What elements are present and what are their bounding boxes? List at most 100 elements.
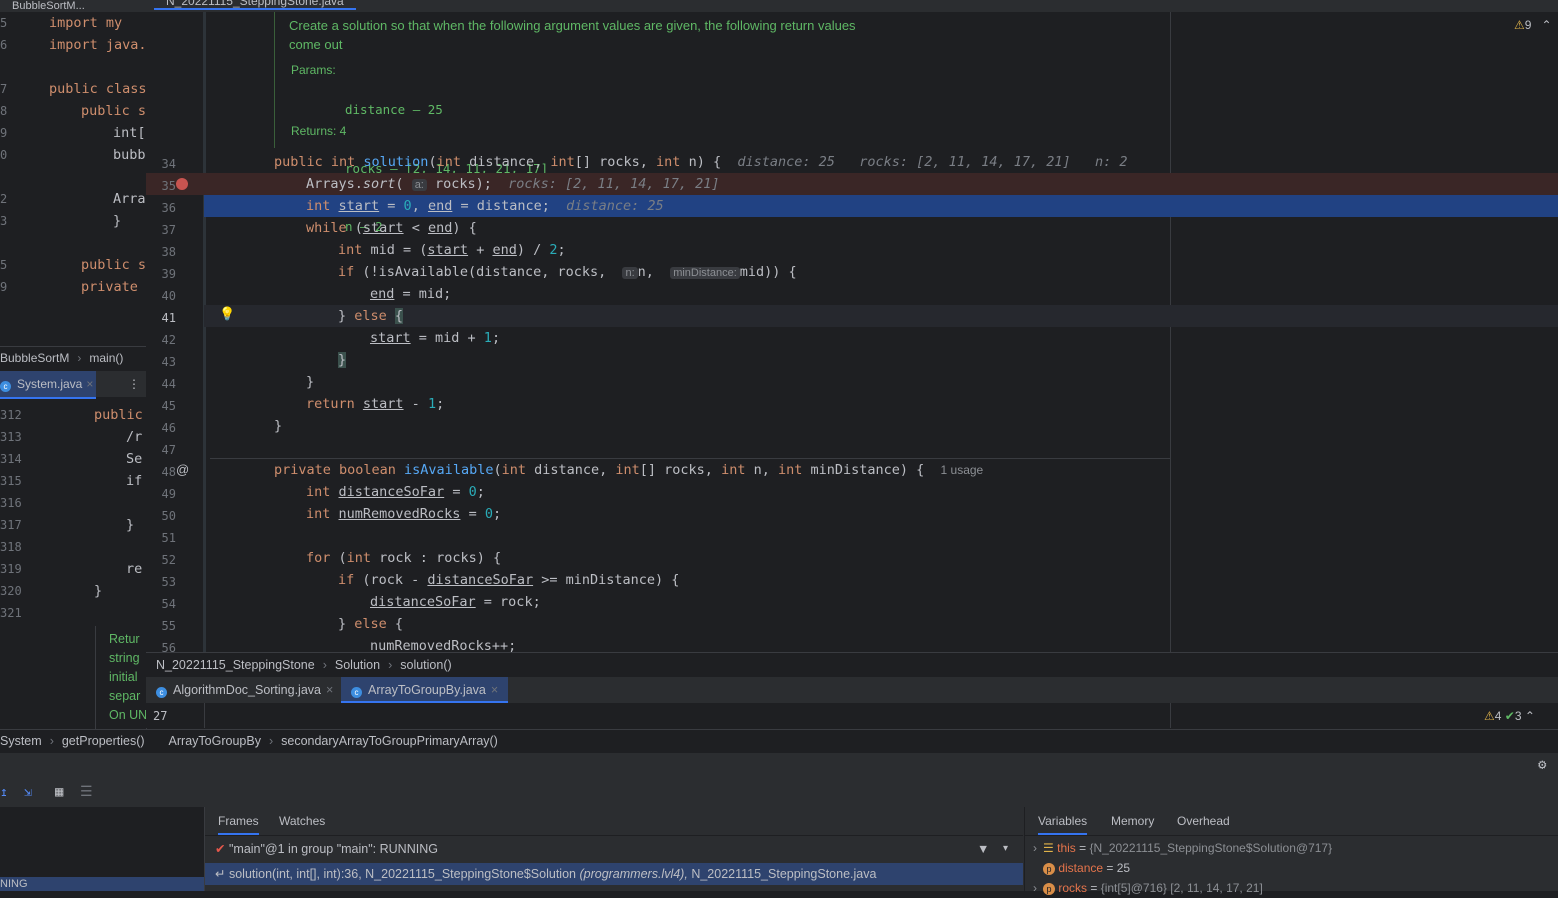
tab-variables[interactable]: Variables bbox=[1038, 807, 1088, 835]
variable-row[interactable]: › p rocks = {int[5]@716} [2, 11, 14, 17, … bbox=[1025, 878, 1558, 898]
chevron-right-icon[interactable]: › bbox=[1033, 841, 1037, 855]
line-number: 46 bbox=[161, 421, 176, 435]
class-icon: c bbox=[156, 687, 167, 698]
doc-returns: Returns: 4 bbox=[291, 124, 347, 138]
chevron-right-icon[interactable]: › bbox=[1033, 881, 1037, 895]
system-code-line[interactable]: 312 public bbox=[0, 404, 146, 426]
breadcrumb-system[interactable]: System bbox=[0, 734, 42, 748]
code-line-45[interactable]: return start - 1; bbox=[306, 393, 444, 415]
breadcrumb-method[interactable]: secondaryArrayToGroupPrimaryArray() bbox=[281, 734, 498, 748]
left-code-line[interactable]: 2 Arra bbox=[0, 188, 146, 210]
tab-memory[interactable]: Memory bbox=[1111, 807, 1154, 835]
line-number: 35 bbox=[161, 179, 176, 193]
left-code-line[interactable]: 7 public class bbox=[0, 78, 146, 100]
main-editor[interactable]: Create a solution so that when the follo… bbox=[146, 12, 1558, 652]
bottom-editor[interactable]: 27 ⚠4 ✔3 ⌃ bbox=[146, 703, 1558, 728]
code-line-48[interactable]: private boolean isAvailable(int distance… bbox=[274, 459, 983, 481]
trace-icon[interactable]: ☰ bbox=[80, 784, 93, 800]
variable-row[interactable]: ›p distance = 25 bbox=[1025, 858, 1558, 878]
evaluate-expression-icon[interactable]: ▦ bbox=[55, 784, 63, 800]
code-line-40[interactable]: end = mid; bbox=[370, 283, 451, 305]
thread-selector[interactable]: ✔ "main"@1 in group "main": RUNNING ▼ ▾ bbox=[205, 837, 1023, 861]
close-icon[interactable]: × bbox=[491, 683, 498, 697]
check-icon: ✔ bbox=[1504, 709, 1515, 723]
stack-frame-row[interactable]: ↵ solution(int, int[], int):36, N_202211… bbox=[205, 863, 1023, 885]
code-line-34[interactable]: public int solution(int distance, int[] … bbox=[274, 151, 1128, 173]
code-line-49[interactable]: int distanceSoFar = 0; bbox=[306, 481, 485, 503]
lightbulb-icon[interactable]: 💡 bbox=[219, 307, 235, 322]
close-icon[interactable]: × bbox=[86, 377, 93, 391]
left-code-text: import my bbox=[49, 15, 123, 31]
more-options-icon[interactable]: ⋮ bbox=[128, 371, 140, 397]
left-code-line[interactable]: 9 private bbox=[0, 276, 146, 298]
code-line-46[interactable]: } bbox=[274, 415, 282, 437]
breadcrumb-class[interactable]: Solution bbox=[335, 658, 380, 672]
editor-file-tab[interactable]: N_20221115_SteppingStone.java bbox=[154, 0, 356, 10]
line-number: 39 bbox=[161, 267, 176, 281]
system-code-line[interactable]: 315 if bbox=[0, 470, 146, 492]
breakpoint-icon[interactable] bbox=[176, 178, 188, 190]
system-code-line[interactable]: 314 Se bbox=[0, 448, 146, 470]
code-line-37[interactable]: while (start < end) { bbox=[306, 217, 477, 239]
line-number: 56 bbox=[161, 641, 176, 652]
code-line-44[interactable]: } bbox=[306, 371, 314, 393]
tab-frames[interactable]: Frames bbox=[218, 807, 259, 835]
system-code-line[interactable]: 320} bbox=[0, 580, 146, 602]
code-line-42[interactable]: start = mid + 1; bbox=[370, 327, 500, 349]
code-line-54[interactable]: distanceSoFar = rock; bbox=[370, 591, 541, 613]
left-code-line[interactable]: 5 import my bbox=[0, 12, 146, 34]
bottom-editor-tab-bar: c AlgorithmDoc_Sorting.java × c ArrayToGrou… bbox=[146, 677, 1558, 703]
breadcrumb-file[interactable]: N_20221115_SteppingStone bbox=[156, 658, 315, 672]
chevron-up-icon[interactable]: ⌃ bbox=[1525, 709, 1535, 723]
warnings-indicator[interactable]: ⚠9 ⌃ bbox=[1514, 18, 1552, 32]
tab-overhead[interactable]: Overhead bbox=[1177, 807, 1230, 835]
code-line-43[interactable]: } bbox=[338, 349, 347, 371]
code-line-38[interactable]: int mid = (start + end) / 2; bbox=[338, 239, 566, 261]
code-line-50[interactable]: int numRemovedRocks = 0; bbox=[306, 503, 501, 525]
filter-icon[interactable]: ▼ bbox=[977, 837, 989, 861]
breadcrumb-getproperties[interactable]: getProperties() bbox=[62, 734, 145, 748]
system-code-line[interactable]: 318 bbox=[0, 536, 146, 558]
variable-row[interactable]: › ☰ this = {N_20221115_SteppingStone$Solu… bbox=[1025, 838, 1558, 858]
line-number: 45 bbox=[161, 399, 176, 413]
left-code-line[interactable]: 3} bbox=[0, 210, 146, 232]
left-code-line[interactable]: 0 bubb bbox=[0, 144, 146, 166]
system-code-line[interactable]: 319 re bbox=[0, 558, 146, 580]
code-line-56[interactable]: numRemovedRocks++; bbox=[370, 635, 516, 652]
system-tab-label: System.java bbox=[17, 377, 83, 391]
left-code-line[interactable]: 9 int[ bbox=[0, 122, 146, 144]
step-out-icon[interactable]: ↥ bbox=[0, 785, 8, 800]
code-line-41[interactable]: } else { bbox=[338, 305, 404, 327]
system-code-line[interactable]: 316 bbox=[0, 492, 146, 514]
left-code-line[interactable]: 8 public s bbox=[0, 100, 146, 122]
settings-gear-icon[interactable]: ⚙ bbox=[1538, 757, 1546, 773]
tab-watches[interactable]: Watches bbox=[279, 807, 325, 835]
code-line-52[interactable]: for (int rock : rocks) { bbox=[306, 547, 501, 569]
code-line-39[interactable]: if (!isAvailable(distance, rocks, n: n, m… bbox=[338, 261, 797, 283]
left-code-line[interactable]: 5 public s bbox=[0, 254, 146, 276]
system-code-line[interactable]: 321 bbox=[0, 602, 146, 624]
left-code-line[interactable]: 6 import java. bbox=[0, 34, 146, 56]
field-icon: ☰ bbox=[1043, 841, 1054, 855]
system-tab[interactable]: c System.java × bbox=[0, 371, 96, 399]
system-code-line[interactable]: 317} bbox=[0, 514, 146, 536]
system-code-line[interactable]: 313/r bbox=[0, 426, 146, 448]
run-to-cursor-icon[interactable]: ⇲ bbox=[24, 785, 32, 800]
thread-status[interactable]: NING bbox=[0, 877, 204, 891]
bottom-warnings-indicator[interactable]: ⚠4 ✔3 ⌃ bbox=[1484, 709, 1535, 723]
chevron-down-icon[interactable]: ▾ bbox=[1003, 837, 1008, 861]
chevron-up-icon[interactable]: ⌃ bbox=[1541, 18, 1551, 32]
tab-algorithmdoc[interactable]: c AlgorithmDoc_Sorting.java × bbox=[146, 677, 343, 703]
left-breadcrumb-0[interactable]: BubbleSortM bbox=[0, 351, 69, 365]
tab-arraytogroupby[interactable]: c ArrayToGroupBy.java × bbox=[341, 677, 509, 703]
left-breadcrumb-1[interactable]: main() bbox=[89, 351, 123, 365]
code-line-36[interactable]: int start = 0, end = distance; distance:… bbox=[306, 195, 664, 217]
breadcrumb-method[interactable]: solution() bbox=[400, 658, 451, 672]
code-line-35[interactable]: Arrays.sort( a: rocks); rocks: [2, 11, 1… bbox=[306, 173, 719, 195]
line-number: 51 bbox=[161, 531, 176, 545]
code-line-55[interactable]: } else { bbox=[338, 613, 403, 635]
breadcrumb-arraytogroupby[interactable]: ArrayToGroupBy bbox=[169, 734, 261, 748]
left-top-tab[interactable]: BubbleSortM... bbox=[12, 0, 85, 12]
close-icon[interactable]: × bbox=[326, 683, 333, 697]
code-line-53[interactable]: if (rock - distanceSoFar >= minDistance)… bbox=[338, 569, 679, 591]
